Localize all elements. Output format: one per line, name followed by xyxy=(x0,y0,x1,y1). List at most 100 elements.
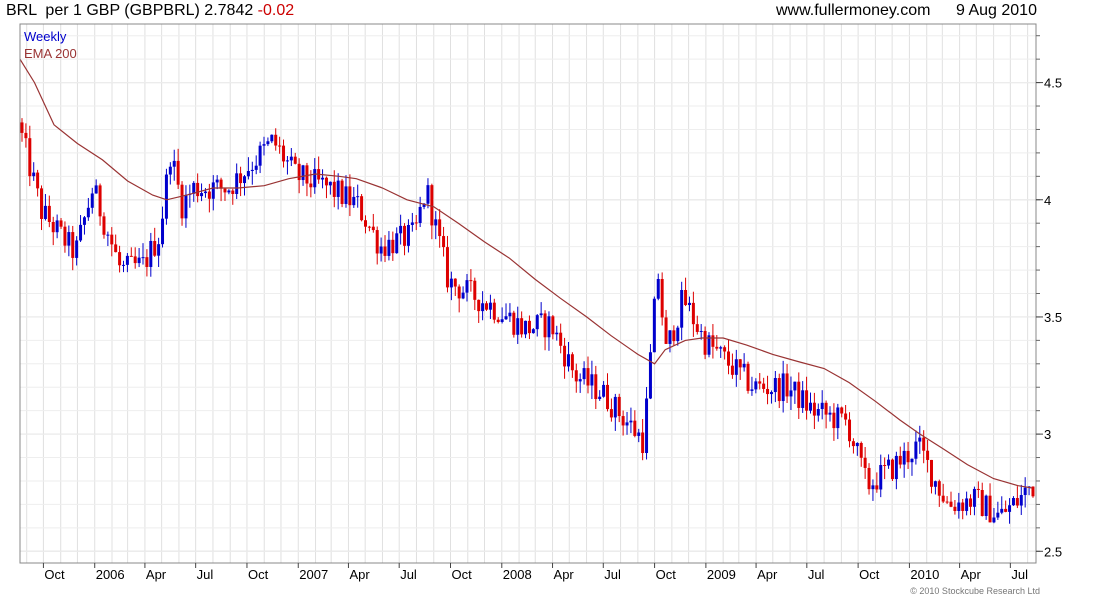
candle-body xyxy=(933,481,937,487)
candle-body xyxy=(164,174,168,219)
candle-body xyxy=(547,316,551,338)
candle-body xyxy=(200,193,204,197)
candle-body xyxy=(957,502,961,511)
candle-body xyxy=(563,345,567,367)
candle-body xyxy=(492,302,496,320)
candle-body xyxy=(153,240,157,256)
candle-body xyxy=(51,221,55,233)
candle-body xyxy=(379,246,383,254)
candle-body xyxy=(71,232,75,258)
candle-body xyxy=(32,172,36,177)
candle-body xyxy=(239,173,243,184)
candle-body xyxy=(266,141,270,145)
candle-body xyxy=(211,182,215,199)
x-axis: Oct 2006 Apr Jul Oct 2007 Apr Jul Oct 2008 Apr Jul O… xyxy=(42,563,1028,582)
candle-body xyxy=(539,313,543,316)
x-tick-label: Apr xyxy=(757,567,778,582)
candle-body xyxy=(879,465,883,490)
candle-body xyxy=(477,299,481,312)
candle-body xyxy=(559,332,563,346)
candle-body xyxy=(832,412,836,429)
candle-body xyxy=(465,280,469,293)
y-axis: 2.5 3 3.5 4 4.5 xyxy=(1036,35,1062,559)
candle-body xyxy=(914,441,918,459)
candle-body xyxy=(855,442,859,447)
candle-body xyxy=(406,224,410,246)
candle-body xyxy=(527,320,531,334)
candle-body xyxy=(473,280,477,300)
x-tick-label: Oct xyxy=(248,567,269,582)
x-tick-label: Apr xyxy=(554,567,575,582)
candle-body xyxy=(887,459,891,466)
candle-body xyxy=(235,173,239,194)
candle-body xyxy=(90,193,94,208)
candle-body xyxy=(196,182,200,197)
candle-body xyxy=(403,225,407,246)
candle-body xyxy=(836,407,840,429)
candle-body xyxy=(504,316,508,320)
y-tick-label: 2.5 xyxy=(1044,544,1062,559)
candle-body xyxy=(321,177,325,180)
candle-body xyxy=(223,188,227,193)
candle-body xyxy=(430,185,434,226)
x-tick-label: Oct xyxy=(451,567,472,582)
y-tick-label: 4.5 xyxy=(1044,76,1062,91)
candle-body xyxy=(972,488,976,507)
candle-body xyxy=(1023,487,1027,496)
candle-body xyxy=(691,302,695,325)
candle-body xyxy=(906,450,910,463)
candle-body xyxy=(133,256,137,264)
candle-body xyxy=(606,384,610,410)
candle-body xyxy=(625,422,629,426)
candle-body xyxy=(496,319,500,322)
candle-body xyxy=(63,226,67,246)
candle-body xyxy=(902,450,906,465)
candle-body xyxy=(125,255,129,265)
candle-body xyxy=(219,179,223,189)
candle-body xyxy=(941,495,945,502)
candle-body xyxy=(508,312,512,317)
candle-body xyxy=(524,320,528,335)
candle-body xyxy=(754,381,758,390)
candle-body xyxy=(348,186,352,206)
candle-body xyxy=(734,359,738,375)
candle-body xyxy=(840,407,844,414)
candle-body xyxy=(969,498,973,507)
x-tick-label: Apr xyxy=(349,567,370,582)
candle-body xyxy=(270,134,274,142)
candle-body xyxy=(442,236,446,248)
candle-body xyxy=(414,222,418,224)
candle-body xyxy=(469,280,473,282)
x-tick-label: Jul xyxy=(1011,567,1028,582)
candle-body xyxy=(457,286,461,299)
candle-body xyxy=(1000,508,1004,513)
candle-body xyxy=(859,442,863,458)
candle-body xyxy=(875,485,879,490)
candle-body xyxy=(574,370,578,382)
candle-body xyxy=(656,279,660,299)
candle-body xyxy=(980,490,984,516)
candle-body xyxy=(922,437,926,451)
candle-body xyxy=(762,383,766,389)
candle-body xyxy=(1019,495,1023,506)
candle-body xyxy=(157,244,161,256)
candle-body xyxy=(1004,508,1008,512)
candle-body xyxy=(161,218,165,245)
candle-body xyxy=(352,196,356,206)
candle-body xyxy=(926,450,930,460)
candle-body xyxy=(727,351,731,366)
candle-body xyxy=(461,292,465,299)
candle-body xyxy=(309,183,313,188)
x-tick-label: 2006 xyxy=(96,567,125,582)
candle-body xyxy=(367,226,371,228)
candle-body xyxy=(293,156,297,164)
candle-body xyxy=(699,330,703,332)
candle-body xyxy=(750,389,754,391)
candle-body xyxy=(848,419,852,442)
candle-body xyxy=(438,219,442,237)
candle-body xyxy=(766,388,770,395)
candle-body xyxy=(961,502,965,511)
candle-body xyxy=(445,247,449,288)
candle-body xyxy=(598,396,602,399)
x-tick-label: Jul xyxy=(604,567,621,582)
